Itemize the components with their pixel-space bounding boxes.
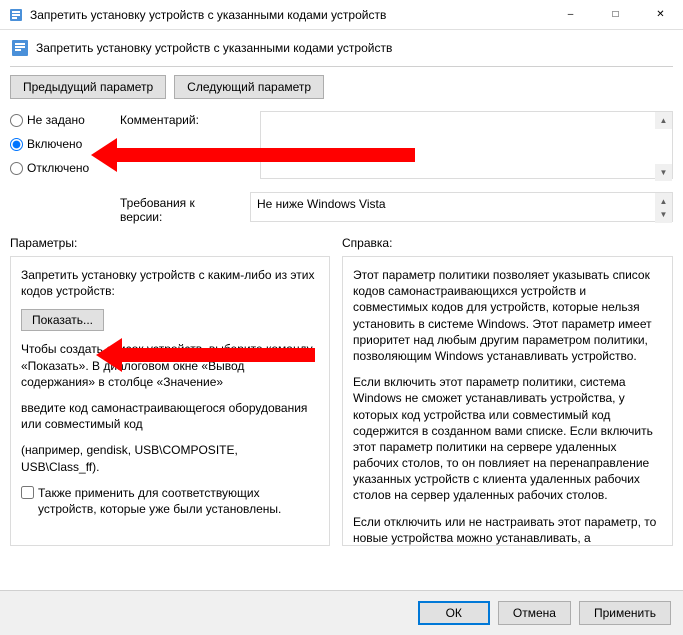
- options-example: (например, gendisk, USB\COMPOSITE, USB\C…: [21, 442, 319, 474]
- radio-enabled-input[interactable]: [10, 138, 23, 151]
- titlebar: Запретить установку устройств с указанны…: [0, 0, 683, 30]
- window-controls: – □ ✕: [548, 0, 683, 30]
- requirements-row: Требования к версии: Не ниже Windows Vis…: [10, 192, 673, 224]
- options-label: Параметры:: [10, 236, 330, 250]
- help-p1: Этот параметр политики позволяет указыва…: [353, 267, 662, 364]
- also-apply-label: Также применить для соответствующих устр…: [38, 485, 319, 517]
- help-label: Справка:: [342, 236, 673, 250]
- help-p2: Если включить этот параметр политики, си…: [353, 374, 662, 504]
- comment-label: Комментарий:: [120, 111, 250, 182]
- radio-not-configured-input[interactable]: [10, 114, 23, 127]
- policy-icon: [8, 7, 24, 23]
- help-p3: Если отключить или не настраивать этот п…: [353, 514, 662, 546]
- annotation-arrow-icon: [115, 148, 415, 162]
- divider: [10, 66, 673, 67]
- ok-button[interactable]: ОК: [418, 601, 490, 625]
- options-column: Параметры: Запретить установку устройств…: [10, 236, 330, 546]
- help-column: Справка: Этот параметр политики позволяе…: [342, 236, 673, 546]
- nav-buttons: Предыдущий параметр Следующий параметр: [10, 75, 673, 99]
- also-apply-checkbox[interactable]: [21, 486, 34, 499]
- bottom-bar: ОК Отмена Применить: [0, 590, 683, 635]
- show-button[interactable]: Показать...: [21, 309, 104, 331]
- prev-setting-button[interactable]: Предыдущий параметр: [10, 75, 166, 99]
- radio-not-configured-label: Не задано: [27, 113, 85, 127]
- header: Запретить установку устройств с указанны…: [10, 38, 673, 58]
- apply-button[interactable]: Применить: [579, 601, 671, 625]
- close-button[interactable]: ✕: [638, 0, 683, 30]
- radio-disabled-label: Отключено: [27, 161, 89, 175]
- annotation-arrow-icon: [120, 348, 315, 362]
- help-panel: Этот параметр политики позволяет указыва…: [342, 256, 673, 546]
- panels: Параметры: Запретить установку устройств…: [10, 236, 673, 546]
- also-apply-row[interactable]: Также применить для соответствующих устр…: [21, 485, 319, 517]
- page-title: Запретить установку устройств с указанны…: [36, 41, 392, 55]
- comment-wrap: ▲ ▼: [260, 111, 673, 182]
- requirements-value: Не ниже Windows Vista: [250, 192, 673, 222]
- comment-input[interactable]: [260, 111, 673, 179]
- options-hint: введите код самонастраивающегося оборудо…: [21, 400, 319, 432]
- maximize-button[interactable]: □: [593, 0, 638, 30]
- next-setting-button[interactable]: Следующий параметр: [174, 75, 324, 99]
- requirements-wrap: Не ниже Windows Vista ▲ ▼: [250, 192, 673, 224]
- scroll-down-icon[interactable]: ▼: [655, 206, 672, 223]
- radio-enabled-label: Включено: [27, 137, 82, 151]
- minimize-button[interactable]: –: [548, 0, 593, 30]
- requirements-label: Требования к версии:: [10, 192, 240, 224]
- radio-not-configured[interactable]: Не задано: [10, 113, 110, 127]
- window-title: Запретить установку устройств с указанны…: [30, 8, 548, 22]
- policy-icon: [10, 38, 30, 58]
- scroll-down-icon[interactable]: ▼: [655, 164, 672, 181]
- options-panel: Запретить установку устройств с каким-ли…: [10, 256, 330, 546]
- options-title: Запретить установку устройств с каким-ли…: [21, 267, 319, 299]
- radio-disabled-input[interactable]: [10, 162, 23, 175]
- cancel-button[interactable]: Отмена: [498, 601, 571, 625]
- scroll-up-icon[interactable]: ▲: [655, 112, 672, 129]
